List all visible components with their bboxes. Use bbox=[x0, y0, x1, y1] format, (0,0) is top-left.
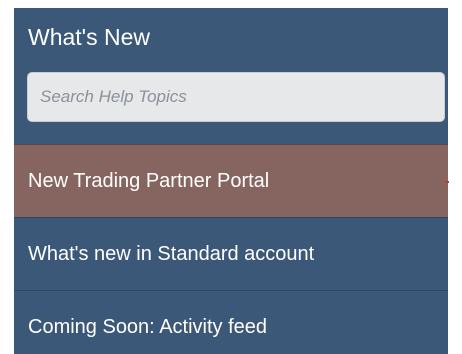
search-input[interactable] bbox=[28, 73, 444, 121]
menu-item-new-trading-partner-portal[interactable]: New Trading Partner Portal bbox=[14, 144, 448, 217]
active-item-marker bbox=[445, 181, 449, 183]
menu-item-coming-soon-activity-feed[interactable]: Coming Soon: Activity feed bbox=[14, 290, 448, 354]
menu-item-whats-new-standard-account[interactable]: What's new in Standard account bbox=[14, 217, 448, 290]
panel-title: What's New bbox=[28, 24, 150, 50]
topic-list: New Trading Partner Portal What's new in… bbox=[14, 144, 448, 354]
search-box bbox=[27, 72, 445, 122]
whats-new-panel: What's New New Trading Partner Portal Wh… bbox=[14, 8, 448, 354]
